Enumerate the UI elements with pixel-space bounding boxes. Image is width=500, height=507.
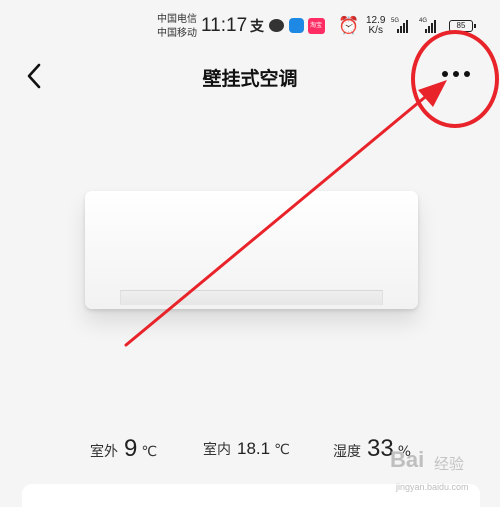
carrier-2: 中国移动 xyxy=(157,28,197,39)
wechat-icon xyxy=(268,17,284,34)
watermark-text: 经验 xyxy=(434,455,465,473)
battery-icon: 85 xyxy=(449,20,476,32)
status-time: 11:17 xyxy=(201,15,248,36)
carrier-names: 中国电信 中国移动 xyxy=(157,13,197,41)
watermark-logo: Bai xyxy=(390,447,425,472)
taobao-icon: 淘宝 xyxy=(307,17,325,34)
net-speed: 12.9 K/s xyxy=(366,16,385,36)
humidity-label: 湿度 xyxy=(333,444,361,460)
qqmail-icon xyxy=(288,17,304,34)
baidu-watermark: Bai 经验 jingyan.baidu.com xyxy=(390,447,498,497)
watermark-url: jingyan.baidu.com xyxy=(396,482,469,492)
indoor-unit: ℃ xyxy=(274,442,290,458)
outdoor-unit: ℃ xyxy=(141,444,158,460)
outdoor-temperature: 室外 9 ℃ xyxy=(90,435,157,471)
air-conditioner-vent xyxy=(120,290,383,305)
page-title: 壁挂式空调 xyxy=(202,68,298,90)
indoor-label: 室内 xyxy=(203,442,231,458)
alarm-icon: ⏰ xyxy=(338,15,360,36)
more-button[interactable] xyxy=(436,63,476,85)
more-dots-icon xyxy=(442,71,470,77)
signal-5g-icon: 5G xyxy=(391,18,413,33)
indoor-value: 18.1 xyxy=(237,439,271,458)
alipay-icon: 支 xyxy=(250,18,264,35)
outdoor-value: 9 xyxy=(124,435,138,462)
net-speed-unit: K/s xyxy=(368,25,383,36)
status-bar: 中国电信 中国移动 11:17 支 淘宝 ⏰ 12.9 K/s 5G 4G 85 xyxy=(0,0,500,46)
outdoor-label: 室外 xyxy=(90,444,118,460)
indoor-temperature: 室内 18.1 ℃ xyxy=(203,439,290,475)
carrier-1: 中国电信 xyxy=(157,14,197,25)
signal-4g-icon: 4G xyxy=(419,18,441,33)
